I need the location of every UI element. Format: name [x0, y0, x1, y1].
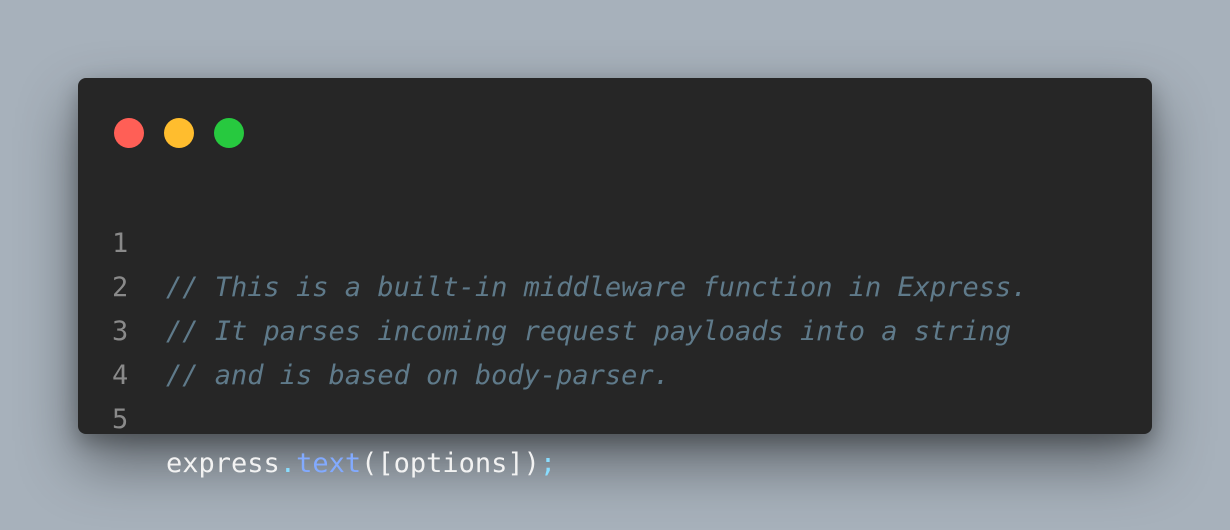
minimize-dot-icon[interactable]: [164, 118, 194, 148]
code-arguments: ([options]): [361, 448, 540, 479]
code-line: 4: [78, 310, 1152, 391]
line-number: 5: [112, 404, 129, 435]
code-method: text: [296, 448, 362, 479]
code-identifier: express: [166, 448, 280, 479]
code-semicolon: ;: [539, 448, 557, 479]
code-line: 1 // This is a built-in middleware funct…: [78, 178, 1152, 303]
code-line: 5 express.text([options]);: [78, 354, 1152, 479]
maximize-dot-icon[interactable]: [214, 118, 244, 148]
code-line: 3 // and is based on body-parser.: [78, 266, 1152, 391]
code-dot: .: [279, 448, 297, 479]
code-line: 2 // It parses incoming request payloads…: [78, 222, 1152, 347]
code-window: 1 // This is a built-in middleware funct…: [78, 78, 1152, 479]
close-dot-icon[interactable]: [114, 118, 144, 148]
code-block: 1 // This is a built-in middleware funct…: [78, 178, 1152, 479]
code-statement: express.text([options]);: [166, 442, 556, 486]
